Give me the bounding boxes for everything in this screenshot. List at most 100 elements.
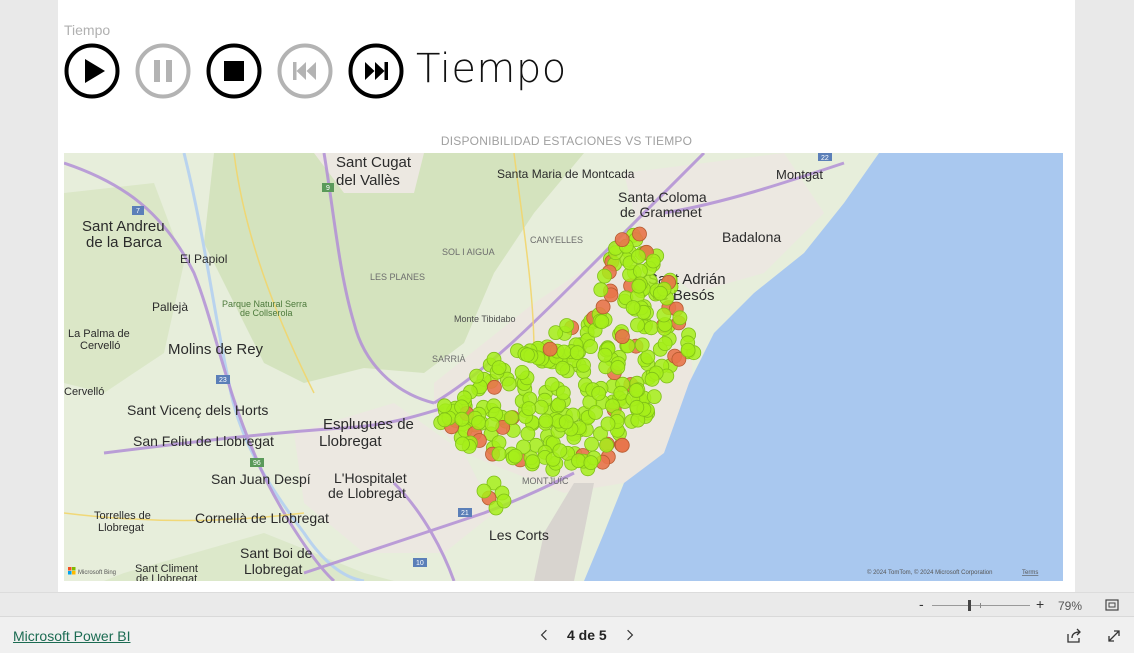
pause-icon <box>135 43 191 99</box>
station-bubble[interactable] <box>521 401 537 417</box>
next-button[interactable] <box>348 43 404 99</box>
station-bubble[interactable] <box>599 437 614 453</box>
page-indicator: 4 de 5 <box>567 627 607 643</box>
station-bubble-empty[interactable] <box>542 341 558 357</box>
station-bubble[interactable] <box>644 371 660 387</box>
station-bubble[interactable] <box>588 405 603 420</box>
next-page-button[interactable] <box>621 626 639 644</box>
share-button[interactable] <box>1066 628 1082 644</box>
fit-to-page-button[interactable] <box>1105 598 1119 612</box>
station-bubble-empty[interactable] <box>595 299 611 315</box>
station-bubble[interactable] <box>491 446 507 462</box>
station-bubble[interactable] <box>556 344 572 360</box>
station-bubble[interactable] <box>597 268 612 284</box>
station-bubble[interactable] <box>593 282 609 298</box>
station-bubble[interactable] <box>672 310 688 326</box>
skip-back-icon <box>277 43 333 99</box>
station-bubble[interactable] <box>507 448 523 464</box>
station-bubble[interactable] <box>594 314 610 330</box>
station-bubble[interactable] <box>514 364 530 380</box>
station-bubble[interactable] <box>571 453 586 469</box>
station-bubble[interactable] <box>656 307 672 323</box>
station-bubble[interactable] <box>555 385 571 401</box>
station-bubble[interactable] <box>680 342 696 358</box>
station-bubble[interactable] <box>454 411 470 427</box>
station-bubble[interactable] <box>491 360 507 376</box>
label-hospitalet-1: L'Hospitalet <box>334 470 407 486</box>
bubble-map[interactable]: Sant Cugat del Vallès Santa Maria de Mon… <box>64 153 1063 581</box>
station-bubble[interactable] <box>471 415 487 431</box>
road-shield-23: 23 <box>219 377 227 384</box>
station-bubble[interactable] <box>645 253 661 269</box>
station-bubble[interactable] <box>631 249 646 264</box>
station-bubble[interactable] <box>520 426 536 442</box>
zoom-slider-thumb[interactable] <box>968 600 971 611</box>
zoom-in-button[interactable]: + <box>1036 596 1044 612</box>
station-bubble[interactable] <box>610 360 626 375</box>
station-bubble-empty[interactable] <box>632 226 647 242</box>
station-bubble[interactable] <box>631 278 647 294</box>
station-bubble[interactable] <box>484 416 500 432</box>
station-bubble[interactable] <box>634 337 650 353</box>
station-bubble[interactable] <box>525 454 541 470</box>
previous-page-button[interactable] <box>535 626 553 644</box>
power-bi-link[interactable]: Microsoft Power BI <box>13 628 130 644</box>
label-montgat: Montgat <box>776 167 823 182</box>
label-sant-climent-2: de Llobregat <box>136 573 197 581</box>
label-sant-cugat: Sant Cugat <box>336 154 412 171</box>
station-bubble[interactable] <box>584 436 599 452</box>
station-bubble[interactable] <box>469 368 485 384</box>
station-bubble[interactable] <box>533 399 549 415</box>
station-bubble[interactable] <box>646 389 662 405</box>
station-bubble[interactable] <box>454 399 470 415</box>
zoom-slider[interactable] <box>932 600 1030 611</box>
station-bubble-empty[interactable] <box>615 329 630 345</box>
label-les-planes: LES PLANES <box>370 272 425 282</box>
road-shield-7: 7 <box>136 208 140 215</box>
chevron-left-icon <box>540 629 547 641</box>
station-bubble-empty[interactable] <box>614 437 630 453</box>
station-bubble[interactable] <box>569 345 585 361</box>
label-torrelles-2: Llobregat <box>98 522 144 534</box>
station-bubble[interactable] <box>538 413 554 429</box>
station-bubble[interactable] <box>503 410 519 426</box>
station-bubble[interactable] <box>583 339 598 355</box>
station-bubble[interactable] <box>653 285 668 301</box>
road-shield-96: 96 <box>253 460 261 467</box>
play-button[interactable] <box>64 43 120 99</box>
station-bubble[interactable] <box>657 336 673 352</box>
station-bubble[interactable] <box>519 347 535 363</box>
station-bubble[interactable] <box>630 317 645 333</box>
station-bubble[interactable] <box>501 376 517 392</box>
zoom-out-button[interactable]: - <box>919 596 924 612</box>
station-bubble[interactable] <box>643 320 659 336</box>
station-bubble[interactable] <box>552 443 568 459</box>
station-bubble[interactable] <box>625 300 641 316</box>
station-bubble[interactable] <box>558 414 574 430</box>
station-bubble[interactable] <box>555 360 571 376</box>
station-bubble[interactable] <box>437 398 452 414</box>
station-bubble[interactable] <box>628 383 644 398</box>
station-bubble[interactable] <box>600 416 616 432</box>
label-palleja: Pallejà <box>152 300 188 314</box>
label-la-palma-2: Cervelló <box>80 340 120 352</box>
station-bubble[interactable] <box>597 347 613 363</box>
station-bubble[interactable] <box>455 436 470 452</box>
stop-button[interactable] <box>206 43 262 99</box>
station-bubble[interactable] <box>437 412 453 428</box>
station-bubble[interactable] <box>591 385 607 401</box>
station-bubble-empty[interactable] <box>614 232 630 247</box>
station-bubble[interactable] <box>576 357 591 373</box>
station-bubble[interactable] <box>633 263 648 279</box>
station-bubble[interactable] <box>476 483 492 499</box>
station-bubble[interactable] <box>496 493 512 509</box>
label-de-la-barca: de la Barca <box>86 234 163 251</box>
map-terms-link[interactable]: Terms <box>1022 570 1038 576</box>
previous-button[interactable] <box>277 43 333 99</box>
station-bubble-empty[interactable] <box>486 379 502 395</box>
station-bubble[interactable] <box>559 318 575 333</box>
fullscreen-button[interactable] <box>1106 628 1122 644</box>
station-bubble[interactable] <box>583 455 599 471</box>
pause-button[interactable] <box>135 43 191 99</box>
station-bubble[interactable] <box>629 399 645 415</box>
